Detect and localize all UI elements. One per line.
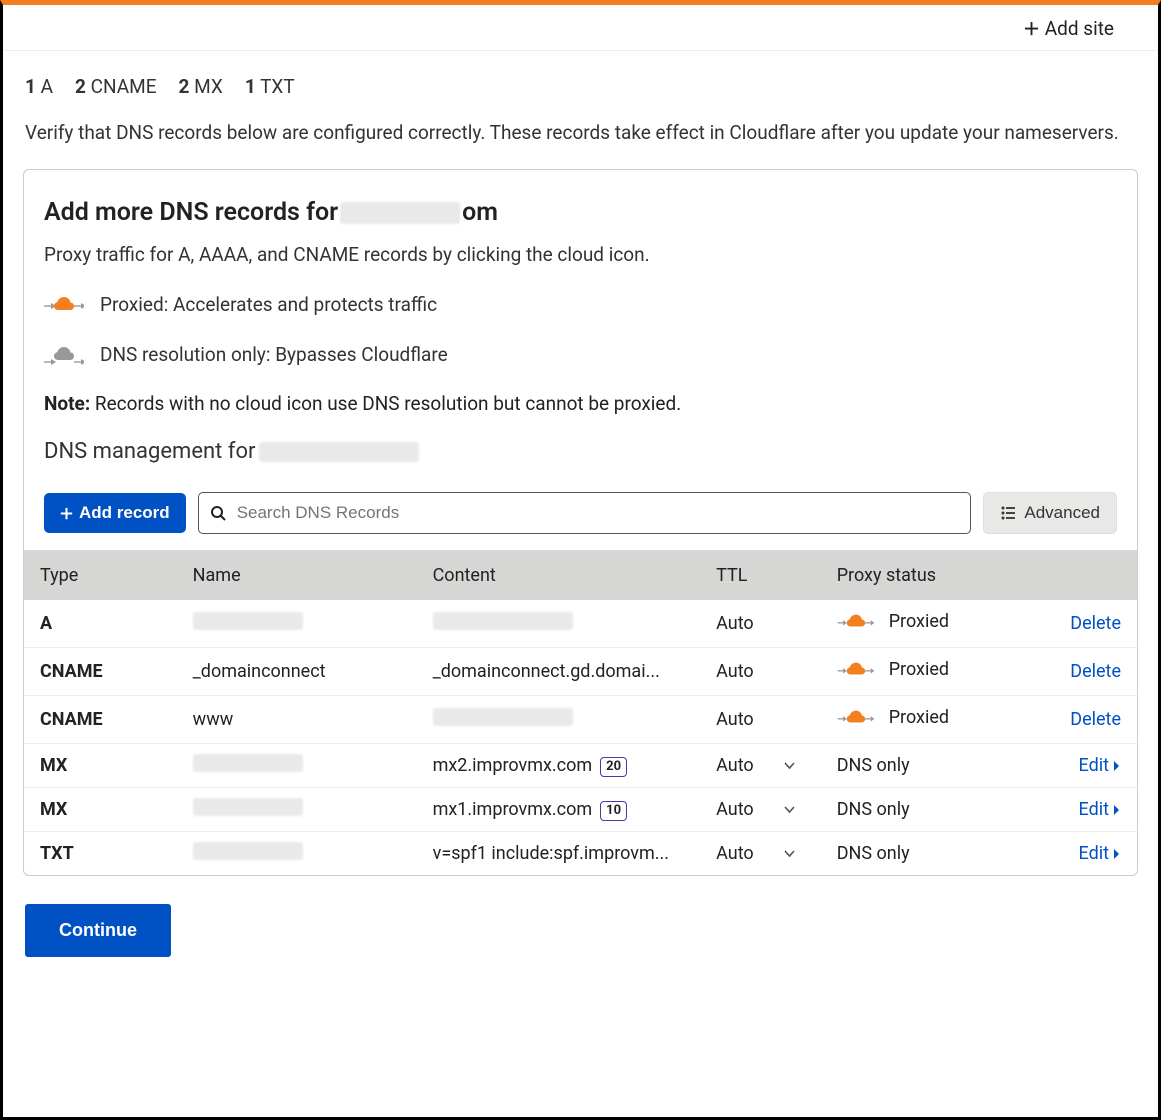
th-proxy[interactable]: Proxy status bbox=[821, 551, 1039, 600]
table-row[interactable]: CNAME www Auto Proxied Delete bbox=[24, 696, 1137, 744]
table-row[interactable]: A Auto Proxied Delete bbox=[24, 600, 1137, 648]
panel-note: Note: Records with no cloud icon use DNS… bbox=[44, 392, 1117, 415]
cloud-orange-icon[interactable] bbox=[837, 658, 875, 680]
add-record-label: Add record bbox=[79, 503, 170, 523]
priority-badge: 20 bbox=[600, 757, 627, 777]
advanced-button[interactable]: Advanced bbox=[983, 492, 1117, 534]
th-name[interactable]: Name bbox=[177, 551, 417, 600]
record-counts: 1 A 2 CNAME 2 MX 1 TXT bbox=[23, 51, 1138, 118]
record-content: mx1.improvmx.com bbox=[433, 799, 593, 820]
record-ttl: Auto bbox=[716, 661, 754, 682]
panel-heading: Add more DNS records for om bbox=[44, 198, 1117, 227]
legend-dns-only: DNS resolution only: Bypasses Cloudflare bbox=[44, 342, 1117, 366]
edit-link[interactable]: Edit bbox=[1079, 799, 1121, 820]
table-row[interactable]: MX mx1.improvmx.com 10 Auto DNS only Edit bbox=[24, 788, 1137, 832]
record-type: CNAME bbox=[24, 696, 177, 744]
delete-link[interactable]: Delete bbox=[1070, 661, 1121, 682]
cloud-orange-icon bbox=[44, 292, 84, 316]
chevron-down-icon[interactable] bbox=[784, 806, 795, 814]
proxy-status: Proxied bbox=[889, 707, 949, 728]
th-type[interactable]: Type bbox=[24, 551, 177, 600]
record-ttl: Auto bbox=[716, 843, 754, 864]
search-input[interactable] bbox=[198, 492, 972, 534]
record-name: _domainconnect bbox=[193, 661, 326, 682]
table-row[interactable]: TXT v=spf1 include:spf.improvm... Auto DNS … bbox=[24, 832, 1137, 876]
priority-badge: 10 bbox=[600, 801, 627, 821]
delete-link[interactable]: Delete bbox=[1070, 613, 1121, 634]
dns-mgmt-heading: DNS management for bbox=[44, 439, 1117, 464]
add-site-label: Add site bbox=[1045, 17, 1114, 40]
edit-link[interactable]: Edit bbox=[1079, 843, 1121, 864]
record-type: CNAME bbox=[24, 648, 177, 696]
panel-desc: Proxy traffic for A, AAAA, and CNAME rec… bbox=[44, 243, 1117, 266]
dns-panel: Add more DNS records for om Proxy traffi… bbox=[23, 169, 1138, 876]
record-ttl: Auto bbox=[716, 709, 754, 730]
record-type: MX bbox=[24, 744, 177, 788]
delete-link[interactable]: Delete bbox=[1070, 709, 1121, 730]
proxy-status: DNS only bbox=[837, 843, 910, 864]
record-name: www bbox=[193, 709, 234, 730]
sliders-icon bbox=[1000, 506, 1016, 520]
record-ttl: Auto bbox=[716, 799, 754, 820]
proxy-status: Proxied bbox=[889, 611, 949, 632]
proxy-status: DNS only bbox=[837, 799, 910, 820]
add-site-button[interactable]: Add site bbox=[1024, 17, 1114, 40]
chevron-right-icon bbox=[1113, 848, 1121, 860]
legend-proxied: Proxied: Accelerates and protects traffi… bbox=[44, 292, 1117, 316]
cloud-orange-icon[interactable] bbox=[837, 706, 875, 728]
advanced-label: Advanced bbox=[1024, 503, 1100, 523]
record-content: mx2.improvmx.com bbox=[433, 755, 593, 776]
proxy-status: Proxied bbox=[889, 659, 949, 680]
plus-icon bbox=[1024, 21, 1039, 36]
record-ttl: Auto bbox=[716, 755, 754, 776]
record-type: TXT bbox=[24, 832, 177, 876]
record-ttl: Auto bbox=[716, 613, 754, 634]
chevron-right-icon bbox=[1113, 760, 1121, 772]
proxy-status: DNS only bbox=[837, 755, 910, 776]
th-ttl[interactable]: TTL bbox=[700, 551, 821, 600]
search-icon bbox=[210, 505, 226, 521]
chevron-right-icon bbox=[1113, 804, 1121, 816]
chevron-down-icon[interactable] bbox=[784, 850, 795, 858]
cloud-orange-icon[interactable] bbox=[837, 610, 875, 632]
dns-table: Type Name Content TTL Proxy status A Auto… bbox=[24, 551, 1137, 875]
cloud-grey-icon bbox=[44, 342, 84, 366]
continue-button[interactable]: Continue bbox=[25, 904, 171, 957]
record-content: _domainconnect.gd.domai... bbox=[433, 661, 660, 682]
plus-icon bbox=[60, 507, 73, 520]
table-row[interactable]: MX mx2.improvmx.com 20 Auto DNS only Edit bbox=[24, 744, 1137, 788]
chevron-down-icon[interactable] bbox=[784, 762, 795, 770]
record-type: MX bbox=[24, 788, 177, 832]
table-row[interactable]: CNAME _domainconnect _domainconnect.gd.dom… bbox=[24, 648, 1137, 696]
th-content[interactable]: Content bbox=[417, 551, 701, 600]
record-type: A bbox=[24, 600, 177, 648]
edit-link[interactable]: Edit bbox=[1079, 755, 1121, 776]
verify-text: Verify that DNS records below are config… bbox=[23, 118, 1138, 169]
add-record-button[interactable]: Add record bbox=[44, 493, 186, 533]
record-content: v=spf1 include:spf.improvm... bbox=[433, 843, 669, 864]
